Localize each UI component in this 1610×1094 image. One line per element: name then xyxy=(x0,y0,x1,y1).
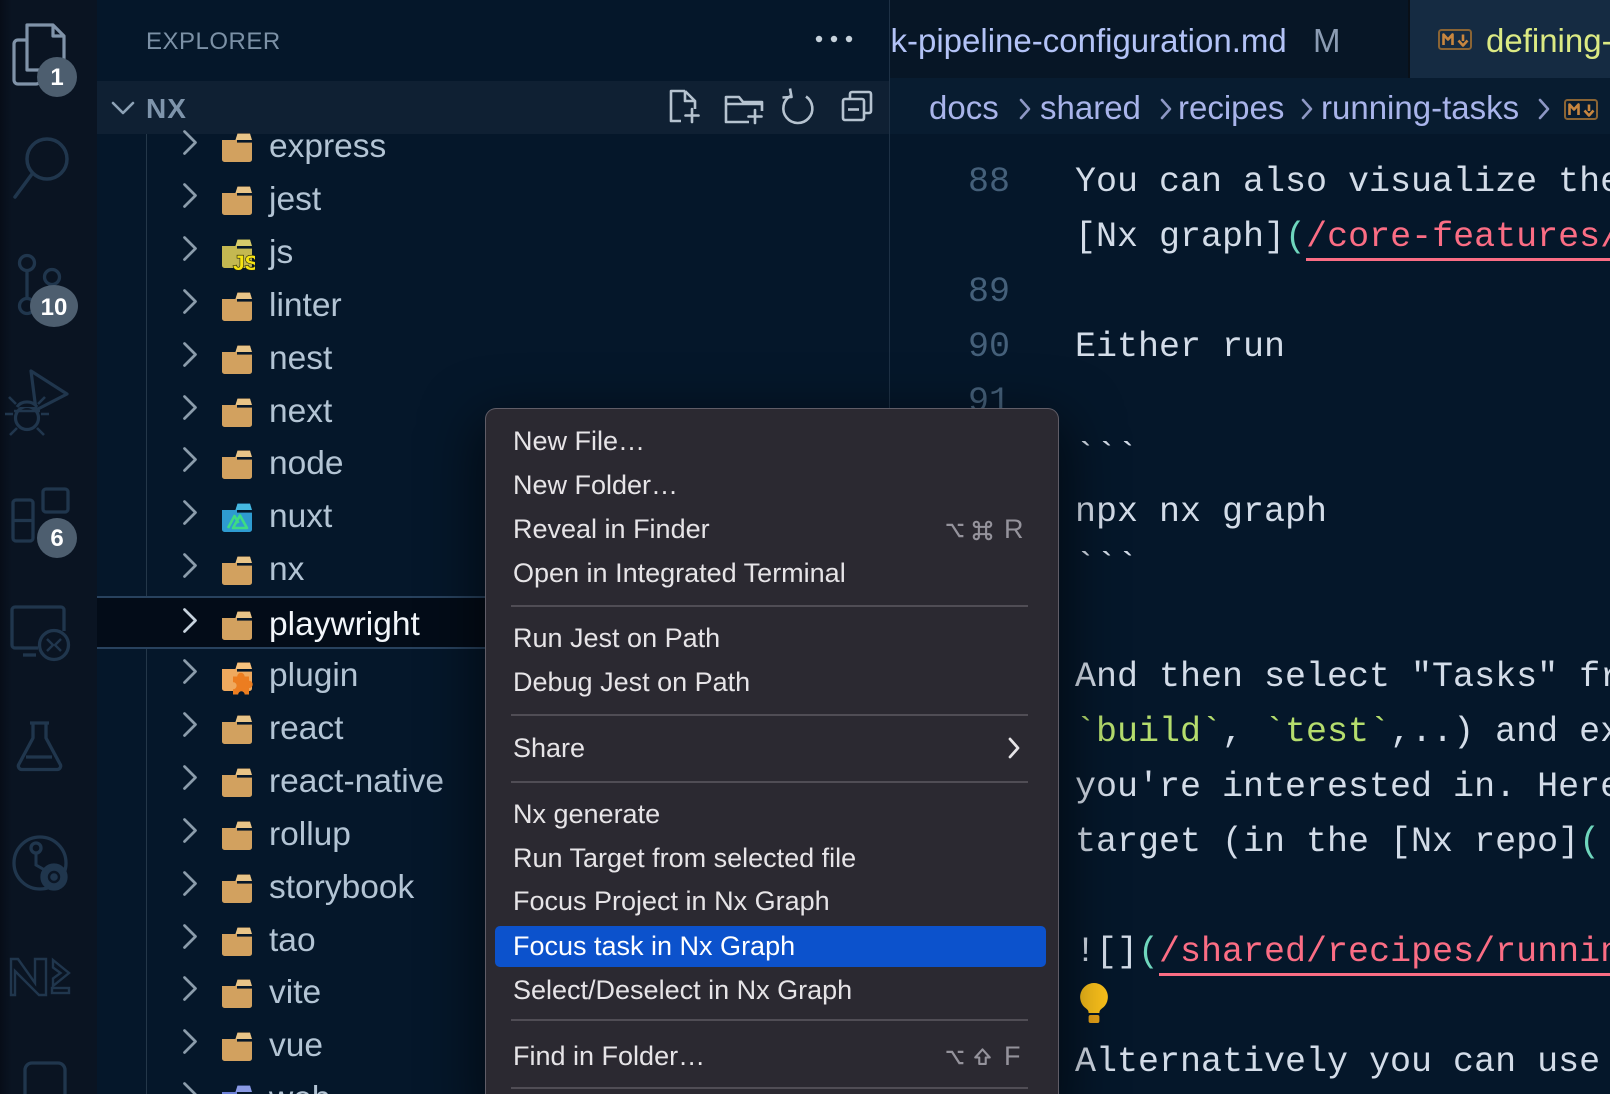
svg-text:1: 1 xyxy=(50,64,63,91)
svg-text:10: 10 xyxy=(41,294,68,321)
svg-text:6: 6 xyxy=(50,525,63,552)
svg-text:JS: JS xyxy=(233,252,255,275)
